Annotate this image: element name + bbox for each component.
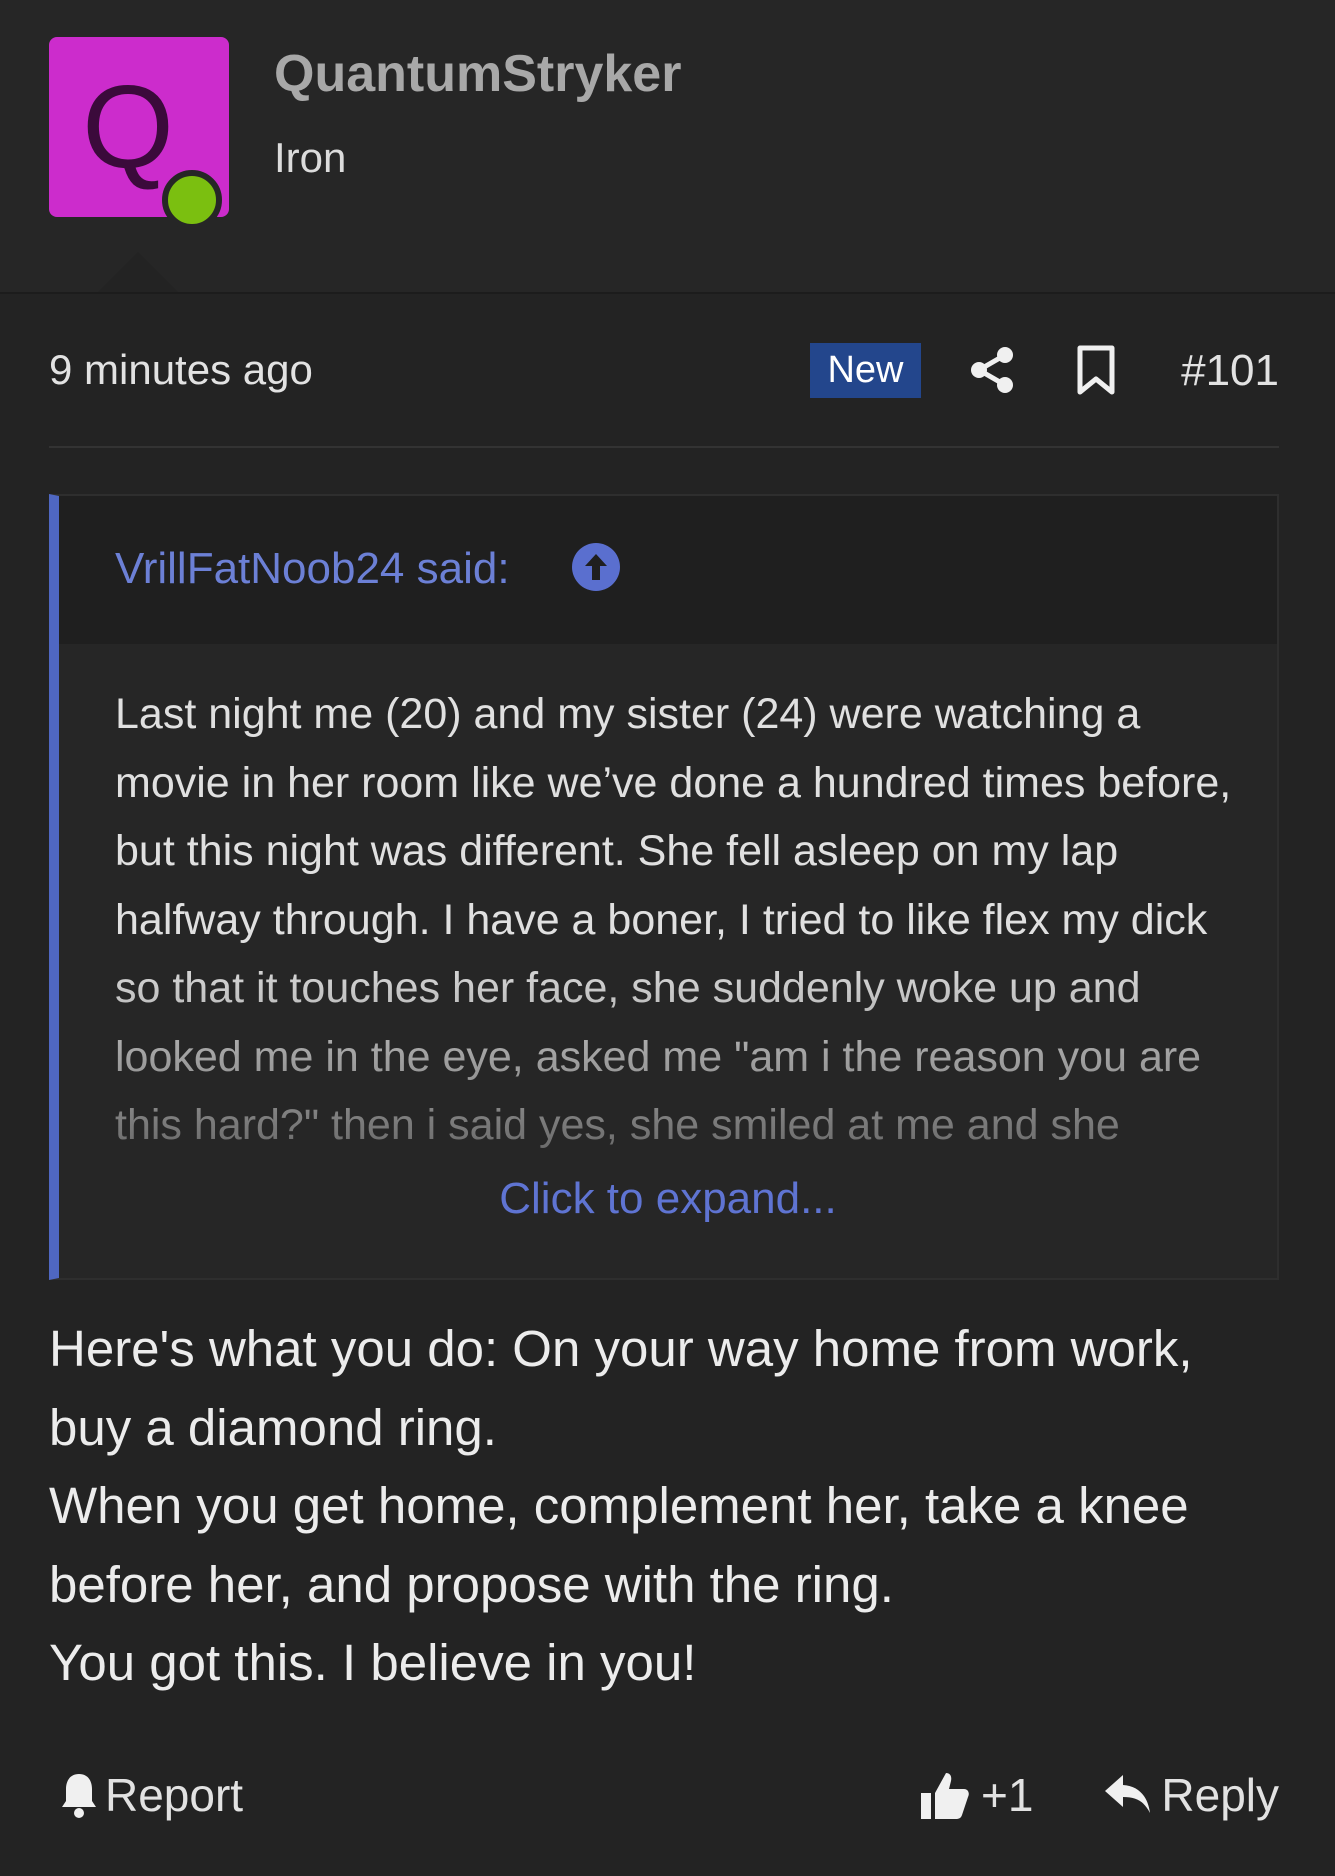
reply-arrow-icon (1105, 1775, 1151, 1813)
post-paragraph: Here's what you do: On your way home fro… (49, 1320, 1193, 1456)
meta-divider (49, 446, 1279, 448)
click-to-expand-link[interactable]: Click to expand... (59, 1174, 1277, 1224)
share-icon[interactable] (967, 345, 1017, 395)
report-label: Report (105, 1769, 244, 1821)
post-number-link[interactable]: #101 (1181, 346, 1279, 396)
post-body: Here's what you do: On your way home fro… (49, 1310, 1279, 1703)
reply-button[interactable]: Reply (1103, 1765, 1279, 1825)
arrow-up-circle-icon[interactable] (571, 542, 621, 592)
header-pointer-arrow (98, 252, 178, 292)
quote-body-text: Last night me (20) and my sister (24) we… (115, 690, 1232, 1149)
like-button[interactable]: +1 (919, 1765, 1033, 1825)
username[interactable]: QuantumStryker (274, 44, 681, 104)
online-status-indicator (162, 170, 222, 230)
post-meta-row: 9 minutes ago New #101 (49, 340, 1279, 400)
like-count-label: +1 (981, 1769, 1034, 1821)
quote-block: VrillFatNoob24 said: Last night me (20) … (49, 494, 1279, 1280)
bookmark-icon[interactable] (1073, 345, 1119, 395)
bell-icon (62, 1774, 96, 1818)
thumbs-up-icon (921, 1773, 969, 1819)
post-paragraph: When you get home, complement her, take … (49, 1477, 1189, 1613)
quote-header: VrillFatNoob24 said: (59, 496, 1277, 644)
post-paragraph: You got this. I believe in you! (49, 1634, 697, 1691)
new-badge: New (810, 343, 921, 398)
post-actions-row: Report +1 Reply (49, 1765, 1279, 1825)
post-timestamp[interactable]: 9 minutes ago (49, 346, 313, 394)
message-user-header: Q QuantumStryker Iron (0, 0, 1335, 294)
quote-attribution-link[interactable]: VrillFatNoob24 said: (115, 544, 510, 594)
user-title: Iron (274, 134, 347, 181)
report-button[interactable]: Report (59, 1765, 243, 1825)
reply-label: Reply (1161, 1769, 1279, 1821)
